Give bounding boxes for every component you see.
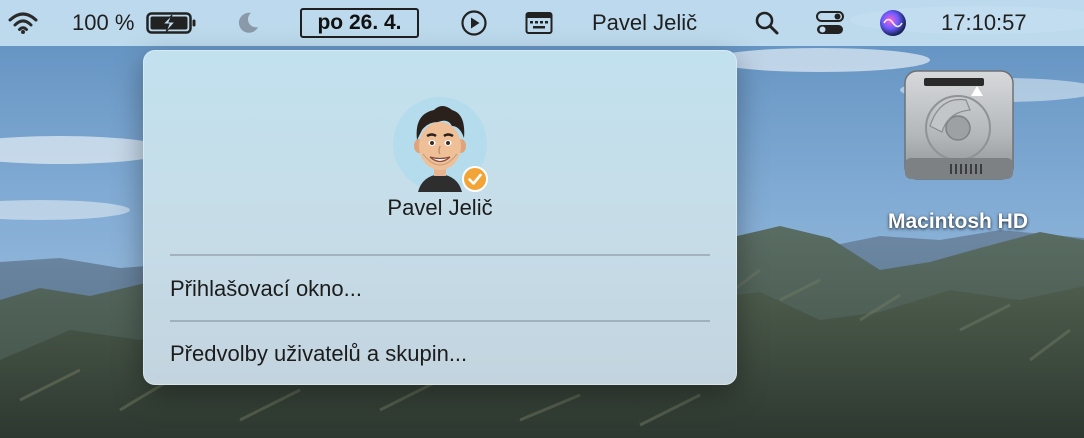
clock[interactable]: 17:10:57 [941,0,1027,46]
search-icon[interactable] [754,0,780,46]
moon-icon[interactable] [236,0,260,46]
user-name: Pavel Jelič [387,195,493,220]
menu-bar: 100 % po 26. 4. Pavel Jelič 17:10:57 [0,0,1084,46]
avatar [392,96,488,192]
date-display[interactable]: po 26. 4. [300,8,419,38]
siri-icon[interactable] [878,0,908,46]
control-center-icon[interactable] [815,0,845,46]
divider [170,254,710,256]
battery-charging-icon[interactable] [146,0,198,46]
user-dropdown-menu: Pavel Jelič Přihlašovací okno... Předvol… [143,50,737,385]
hard-drive-icon[interactable] [900,66,1020,191]
divider [170,320,710,322]
login-window-menu-item[interactable]: Přihlašovací okno... [170,276,362,302]
play-circle-icon[interactable] [461,0,487,46]
hard-drive-label[interactable]: Macintosh HD [858,210,1058,234]
wifi-icon[interactable] [8,0,38,46]
battery-percent[interactable]: 100 % [72,0,134,46]
menubar-user-name[interactable]: Pavel Jelič [592,0,697,46]
users-groups-prefs-menu-item[interactable]: Předvolby uživatelů a skupin... [170,341,467,367]
keyboard-viewer-icon[interactable] [525,0,553,46]
checkmark-badge-icon [462,166,488,192]
